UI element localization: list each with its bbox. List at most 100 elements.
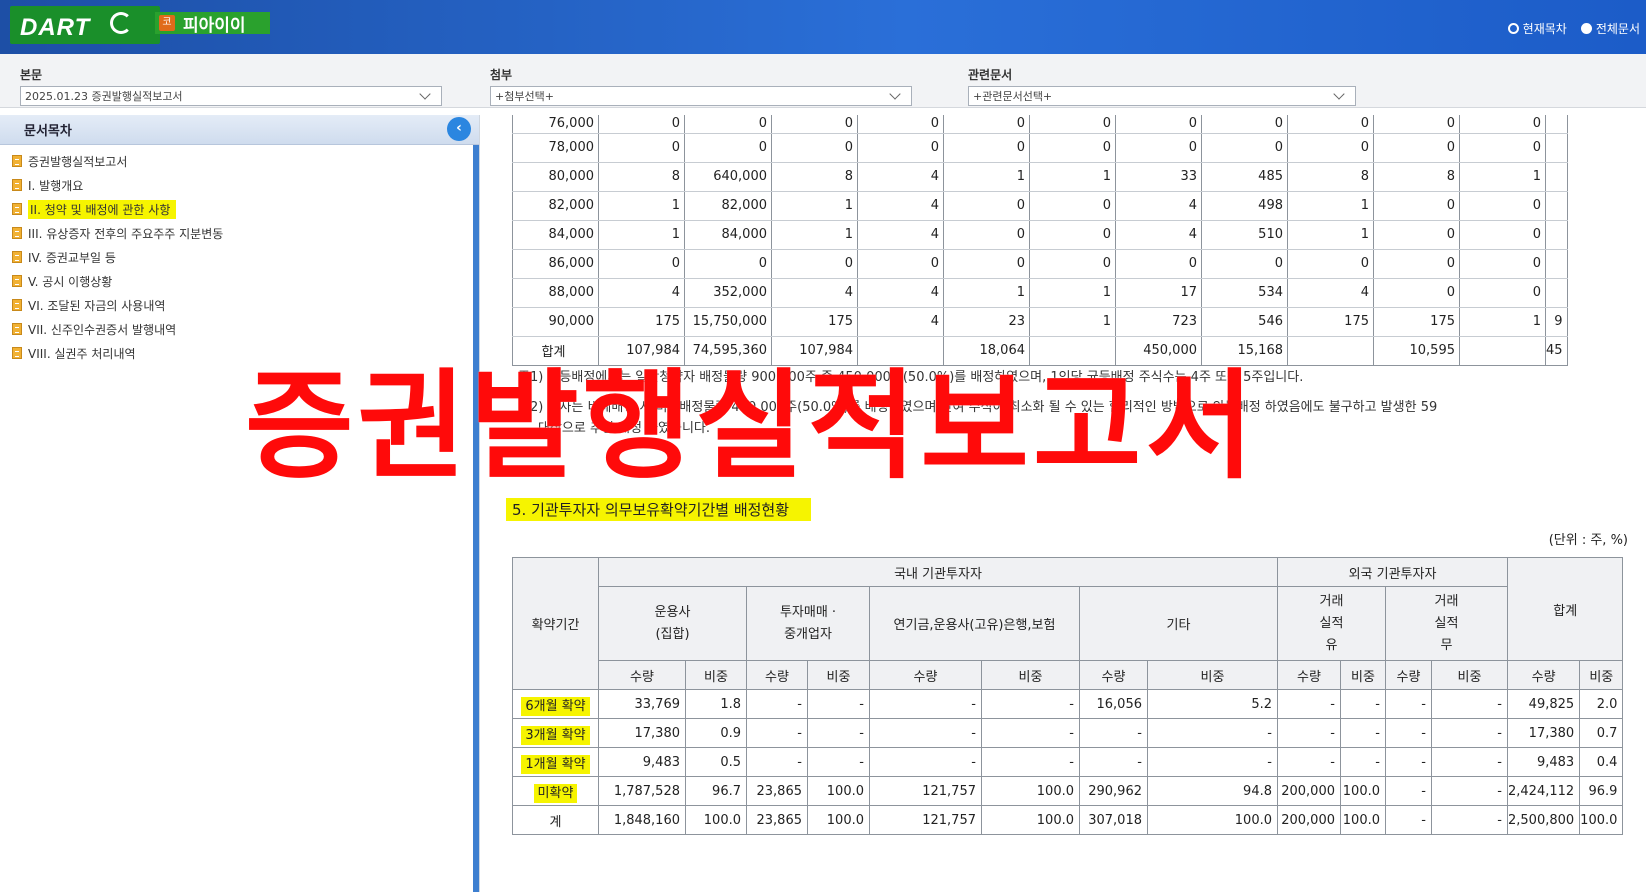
table-cell: - (1340, 689, 1386, 719)
table-cell: 100.0 (685, 805, 747, 835)
table-cell: 33 (1115, 162, 1202, 192)
toc-item-8[interactable]: VIII. 실권주 처리내역 (0, 341, 479, 365)
table-cell: 498 (1201, 191, 1288, 221)
table-cell: 0 (943, 220, 1030, 250)
table-cell: 121,757 (869, 776, 982, 806)
table-row: 1개월 확약 9,483 0.5- - - - - - - - - -9,483 0.4 (512, 747, 1624, 777)
table-cell: 0 (598, 249, 685, 279)
toc-item-label: III. 유상증자 전후의 주요주주 지분변동 (28, 226, 224, 241)
related-group: 관련문서 +관련문서선택+ (968, 66, 1356, 106)
related-select[interactable]: +관련문서선택+ (968, 86, 1356, 106)
table-cell: - (981, 689, 1080, 719)
hdr-ratio: 비중 (1340, 660, 1386, 690)
radio-empty-icon[interactable] (1507, 23, 1519, 34)
table-cell: 0.4 (1579, 747, 1624, 777)
table-cell: 0 (1115, 133, 1202, 163)
period-label-cell: 3개월 확약 (512, 718, 599, 748)
table-cell: 1 (1287, 220, 1374, 250)
table-cell: 1 (1287, 191, 1374, 221)
table-cell: 0 (1459, 115, 1546, 134)
table-cell: 18,064 (943, 336, 1030, 366)
table-cell: 100.0 (1340, 776, 1386, 806)
table-cell: 2,500,800 (1506, 805, 1581, 835)
collapse-sidebar-button[interactable]: ‹ (447, 117, 471, 141)
table-cell: - (1385, 776, 1432, 806)
table-cell: - (1277, 747, 1341, 777)
price-cell: 90,000 (512, 307, 599, 337)
period-label: 계 (549, 814, 562, 830)
table-cell (1029, 336, 1116, 366)
table-cell: - (746, 689, 808, 719)
main-doc-select[interactable]: 2025.01.23 증권발행실적보고서 (20, 86, 442, 106)
table-cell: 0 (771, 249, 858, 279)
hdr-trade-no: 거래 실적 무 (1385, 586, 1508, 661)
sidebar-scrollbar[interactable] (473, 145, 479, 892)
table-cell: 0 (1201, 249, 1288, 279)
main-doc-group: 본문 2025.01.23 증권발행실적보고서 (20, 66, 442, 106)
attach-select[interactable]: +첨부선택+ (490, 86, 912, 106)
toc-item-7[interactable]: VII. 신주인수권증서 발행내역 (0, 317, 479, 341)
hdr-qty: 수량 (1385, 660, 1432, 690)
hdr-foreign: 외국 기관투자자 (1277, 557, 1508, 587)
table-cell: 94.8 (1147, 776, 1278, 806)
toc-item-label: VIII. 실권주 처리내역 (28, 346, 136, 361)
toc-item-4[interactable]: IV. 증권교부일 등 (0, 245, 479, 269)
toc-item-5[interactable]: V. 공시 이행상황 (0, 269, 479, 293)
period-label: 3개월 확약 (521, 725, 590, 745)
table-cell: 17 (1115, 278, 1202, 308)
hdr-domestic: 국내 기관투자자 (598, 557, 1278, 587)
table-cell: 100.0 (807, 776, 870, 806)
table-cell: 4 (857, 191, 944, 221)
table-row: 84,000 1 84,000 1 4 0 0 4 510 1 0 0 (512, 220, 1568, 250)
scrollbar-thumb[interactable] (473, 145, 479, 892)
table-row: 90,000 175 15,750,000 175 4 23 1 723 546 175 175 1 9 (512, 307, 1568, 337)
toc-item-report[interactable]: 증권발행실적보고서 (0, 149, 479, 173)
logo-text: DART (20, 14, 91, 41)
hdr-qty: 수량 (746, 660, 808, 690)
toc-item-1[interactable]: I. 발행개요 (0, 173, 479, 197)
table-cell: 74,595,360 (684, 336, 772, 366)
table-cell: 307,018 (1079, 805, 1148, 835)
toc-item-6[interactable]: VI. 조달된 자금의 사용내역 (0, 293, 479, 317)
table-cell: - (1147, 747, 1278, 777)
toc-item-label: VI. 조달된 자금의 사용내역 (28, 298, 166, 313)
hdr-qty: 수량 (1079, 660, 1148, 690)
note-1: 주1) 균등배정에서는 일반청약자 배정물량 900,000주 중 450,00… (518, 370, 1304, 385)
dart-logo[interactable]: DART (10, 6, 160, 44)
table-cell: 0 (857, 115, 944, 134)
table-cell: 0 (1287, 249, 1374, 279)
table-cell: 0 (1373, 191, 1460, 221)
table-cell: 0 (1029, 133, 1116, 163)
chevron-down-icon (1333, 88, 1345, 100)
toc-sidebar: 문서목차 ‹ 증권발행실적보고서 I. 발행개요 II. 청약 및 배정에 관한… (0, 115, 480, 892)
table-cell: 450,000 (1115, 336, 1202, 366)
table-cell: 1,787,528 (598, 776, 686, 806)
table-cell: 10,595 (1373, 336, 1460, 366)
scope-current-toc[interactable]: 현재목차 (1507, 20, 1567, 37)
table-cell: 100.0 (1340, 805, 1386, 835)
radio-filled-icon[interactable] (1580, 23, 1592, 34)
table-cell: 82,000 (684, 191, 772, 221)
hdr-trade-yes: 거래 실적 유 (1277, 586, 1386, 661)
table-cell: 100.0 (1147, 805, 1278, 835)
table-cell: 0 (1287, 115, 1374, 134)
toc-item-2[interactable]: II. 청약 및 배정에 관한 사항 (0, 197, 479, 221)
table-cell: 0 (684, 249, 772, 279)
scope-full-doc[interactable]: 전체문서 (1580, 20, 1640, 37)
table-cell (1545, 191, 1568, 221)
document-icon (12, 275, 22, 287)
toc-scope-options: 현재목차 전체문서 (1507, 20, 1640, 37)
table-cell: 100.0 (807, 805, 870, 835)
table-cell: - (869, 747, 982, 777)
attach-value: +첨부선택+ (495, 90, 554, 103)
toc-item-3[interactable]: III. 유상증자 전후의 주요주주 지분변동 (0, 221, 479, 245)
document-viewer: 76,000 0 0 0 0 0 0 0 0 0 0 0 78,000 0 0 0 0 0 0 0 0 0 0 0 80,000… (488, 115, 1646, 892)
table-cell: 4 (857, 307, 944, 337)
table-cell: - (1431, 718, 1508, 748)
period-label-cell: 미확약 (512, 776, 599, 806)
table-cell: - (869, 689, 982, 719)
table-cell: 0 (1373, 133, 1460, 163)
table-cell: 4 (857, 278, 944, 308)
table-cell: 1 (1029, 162, 1116, 192)
table-cell: 0 (1029, 249, 1116, 279)
